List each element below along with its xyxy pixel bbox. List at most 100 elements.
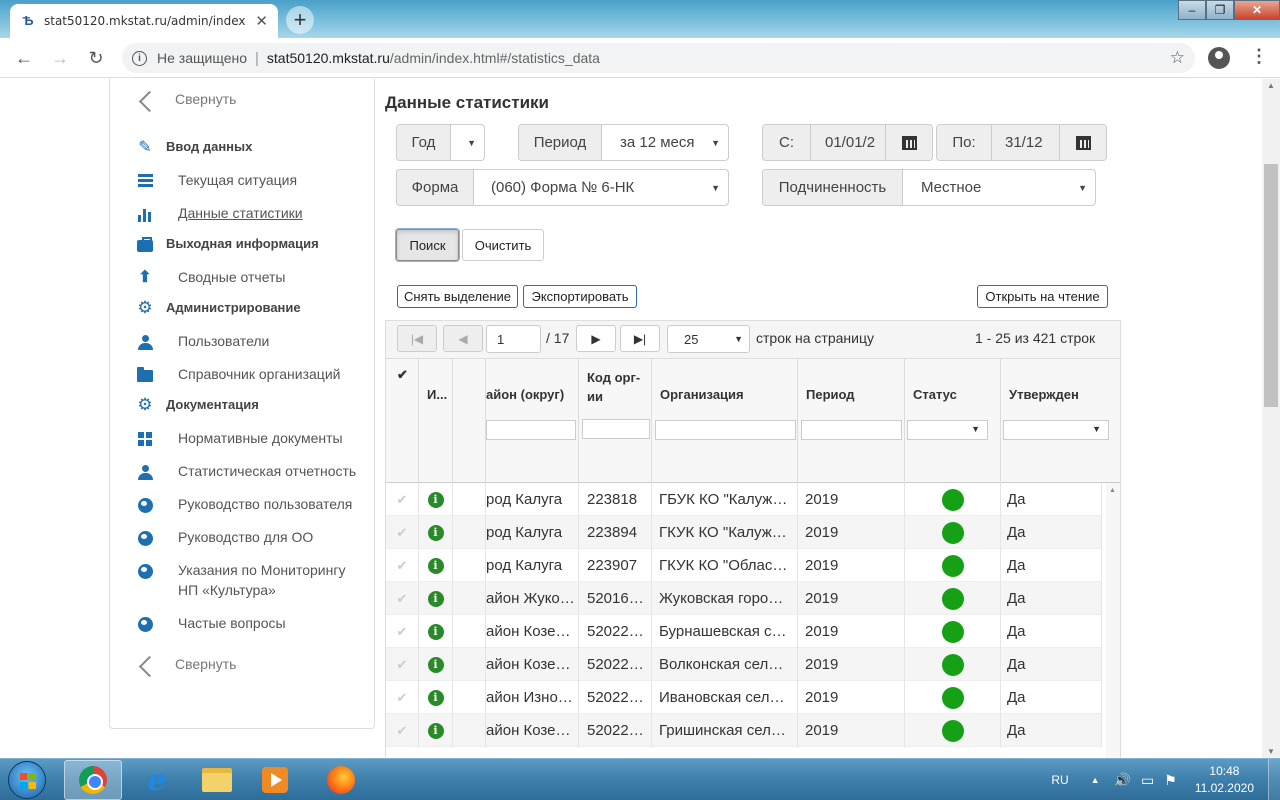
sidebar-item-monitoring-guidance[interactable]: Указания по Мониторингу НП «Культура»: [110, 560, 374, 602]
sidebar-collapse-top[interactable]: Свернуть: [110, 87, 374, 117]
calendar-icon[interactable]: [1059, 125, 1106, 160]
taskbar-ie[interactable]: e: [128, 760, 186, 800]
back-arrow-icon[interactable]: ←: [12, 46, 36, 70]
date-from-input[interactable]: 01/01/2: [811, 125, 885, 160]
org-code-column-header[interactable]: Код орг-ии: [579, 359, 652, 483]
row-select-checkbox[interactable]: ✔: [386, 549, 419, 582]
clear-button[interactable]: Очистить: [462, 229, 544, 261]
sidebar-item-summary-reports[interactable]: ⬆ Сводные отчеты: [110, 267, 374, 289]
info-icon[interactable]: i: [427, 623, 444, 640]
scroll-up-icon[interactable]: ▲: [1109, 487, 1116, 494]
sidebar-item-statistics-data[interactable]: Данные статистики: [110, 203, 374, 225]
language-indicator[interactable]: RU: [1051, 773, 1068, 787]
scroll-up-icon[interactable]: ▲: [1267, 81, 1275, 90]
reload-icon[interactable]: ↻: [84, 46, 108, 70]
sidebar-collapse-bottom[interactable]: Свернуть: [110, 652, 374, 682]
approved-filter-select[interactable]: ▼: [1003, 420, 1109, 440]
sidebar-group-documentation[interactable]: ⚙ Документация: [110, 395, 374, 417]
taskbar-media-player[interactable]: [246, 760, 304, 800]
page-number-input[interactable]: 1: [486, 325, 541, 353]
next-page-icon[interactable]: ▶: [576, 325, 616, 352]
sidebar-item-users[interactable]: Пользователи: [110, 331, 374, 353]
info-icon[interactable]: i: [132, 50, 147, 66]
status-filter-select[interactable]: ▼: [907, 420, 988, 440]
year-select[interactable]: ▼: [451, 125, 484, 160]
account-icon[interactable]: [1208, 47, 1230, 69]
period-select[interactable]: за 12 меся ▼: [602, 125, 728, 160]
taskbar-chrome[interactable]: [64, 760, 122, 800]
subordination-select[interactable]: Местное ▼: [903, 170, 1095, 205]
bookmark-star-icon[interactable]: ☆: [1170, 48, 1185, 68]
sidebar-group-admin[interactable]: ⚙ Администрирование: [110, 298, 374, 320]
menu-kebab-icon[interactable]: ⋮: [1250, 46, 1268, 67]
table-row[interactable]: ✔ i род Калуга 223907 ГКУК КО "Облас… 2019 Да: [386, 549, 1102, 582]
org-code-filter-input[interactable]: [582, 419, 650, 439]
row-select-checkbox[interactable]: ✔: [386, 615, 419, 648]
sidebar-item-user-guide[interactable]: Руководство пользователя: [110, 494, 374, 516]
show-desktop-button[interactable]: [1268, 759, 1280, 800]
export-button[interactable]: Экспортировать: [523, 285, 637, 308]
deselect-button[interactable]: Снять выделение: [397, 285, 518, 308]
info-icon[interactable]: i: [427, 557, 444, 574]
district-column-header[interactable]: айон (округ): [486, 359, 579, 483]
period-column-header[interactable]: Период: [798, 359, 905, 483]
maximize-button[interactable]: ❐: [1206, 0, 1234, 20]
organization-column-header[interactable]: Организация: [652, 359, 798, 483]
tab-close-icon[interactable]: ✕: [255, 12, 268, 30]
table-row[interactable]: ✔ i род Калуга 223818 ГБУК КО "Калуж… 2019 Да: [386, 483, 1102, 516]
tray-expand-icon[interactable]: ▲: [1091, 775, 1100, 785]
action-center-icon[interactable]: ⚑: [1164, 772, 1177, 789]
taskbar-firefox[interactable]: [312, 760, 370, 800]
period-filter-input[interactable]: [801, 420, 902, 440]
sidebar-group-output[interactable]: Выходная информация: [110, 234, 374, 256]
scrollbar-thumb[interactable]: [1264, 164, 1278, 407]
organization-filter-input[interactable]: [655, 420, 796, 440]
last-page-icon[interactable]: ▶|: [620, 325, 660, 352]
row-select-checkbox[interactable]: ✔: [386, 483, 419, 516]
info-icon[interactable]: i: [427, 491, 444, 508]
browser-tab[interactable]: Ѣ stat50120.mkstat.ru/admin/index ✕: [10, 4, 278, 38]
form-select[interactable]: (060) Форма № 6-НК ▼: [474, 170, 728, 205]
row-select-checkbox[interactable]: ✔: [386, 714, 419, 747]
status-column-header[interactable]: Статус ▼: [905, 359, 1001, 483]
sidebar-item-oo-guide[interactable]: Руководство для ОО: [110, 527, 374, 549]
row-select-checkbox[interactable]: ✔: [386, 516, 419, 549]
row-select-checkbox[interactable]: ✔: [386, 681, 419, 714]
info-icon[interactable]: i: [427, 590, 444, 607]
prev-page-icon[interactable]: ◀: [443, 325, 483, 352]
table-row[interactable]: ✔ i айон Козе… 52022… Волконская сел… 2019 Да: [386, 648, 1102, 681]
info-icon[interactable]: i: [427, 524, 444, 541]
taskbar-explorer[interactable]: [188, 760, 246, 800]
search-button[interactable]: Поиск: [395, 228, 460, 262]
row-select-checkbox[interactable]: ✔: [386, 582, 419, 615]
clock[interactable]: 10:48 11.02.2020: [1195, 763, 1254, 797]
sidebar-item-org-directory[interactable]: Справочник организаций: [110, 364, 374, 386]
forward-arrow-icon[interactable]: →: [48, 46, 72, 70]
start-button[interactable]: [8, 761, 46, 799]
page-size-select[interactable]: 25 ▼: [667, 325, 750, 353]
table-row[interactable]: ✔ i род Калуга 223894 ГКУК КО "Калуж… 2019 Да: [386, 516, 1102, 549]
approved-column-header[interactable]: Утвержден ▼: [1001, 359, 1120, 483]
info-column-header[interactable]: И...: [419, 359, 453, 483]
table-row[interactable]: ✔ i айон Козе… 52022… Гришинская сел… 2019 Да: [386, 714, 1102, 747]
sidebar-group-data-entry[interactable]: ✎ Ввод данных: [110, 137, 374, 159]
table-row[interactable]: ✔ i айон Жуко… 52016… Жуковская горо… 2019 Да: [386, 582, 1102, 615]
grid-scrollbar[interactable]: ▲: [1106, 483, 1120, 758]
table-row[interactable]: ✔ i айон Изно… 52022… Ивановская сел… 2019 Да: [386, 681, 1102, 714]
select-all-header[interactable]: ✔: [386, 359, 419, 483]
volume-icon[interactable]: 🔊: [1114, 772, 1131, 789]
table-row[interactable]: ✔ i айон Козе… 52022… Бурнашевская с… 2019 Да: [386, 615, 1102, 648]
page-scrollbar[interactable]: ▲ ▼: [1262, 79, 1280, 758]
sidebar-item-regulatory-docs[interactable]: Нормативные документы: [110, 428, 374, 450]
sidebar-item-stat-reporting[interactable]: Статистическая отчетность: [110, 461, 374, 483]
calendar-icon[interactable]: [885, 125, 932, 160]
row-select-checkbox[interactable]: ✔: [386, 648, 419, 681]
url-input[interactable]: i Не защищено | stat50120.mkstat.ru /adm…: [122, 43, 1195, 73]
open-readonly-button[interactable]: Открыть на чтение: [977, 285, 1108, 308]
date-to-input[interactable]: 31/12: [992, 125, 1059, 160]
first-page-icon[interactable]: |◀: [397, 325, 437, 352]
minimize-button[interactable]: –: [1178, 0, 1206, 20]
close-window-button[interactable]: ✕: [1234, 0, 1280, 20]
info-icon[interactable]: i: [427, 656, 444, 673]
info-icon[interactable]: i: [427, 689, 444, 706]
